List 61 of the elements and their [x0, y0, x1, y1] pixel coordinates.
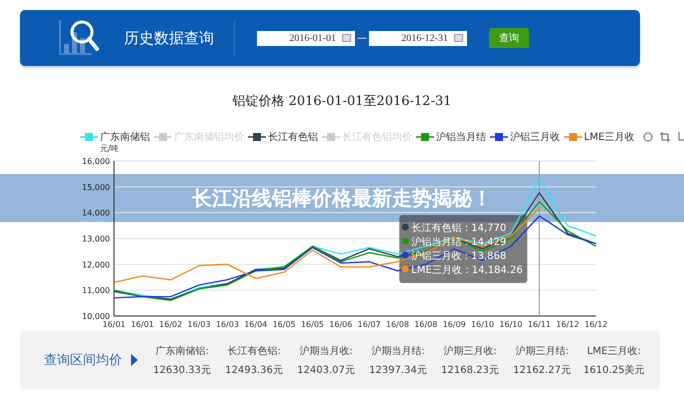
x-tick-label: 16/06	[329, 320, 352, 328]
summary-label: 查询区间均价	[44, 352, 122, 369]
y-tick-label: 16,000	[82, 157, 110, 166]
y-tick-label: 13,000	[82, 234, 110, 244]
x-tick-label: 16/01	[102, 320, 126, 328]
x-tick-label: 16/09	[442, 320, 466, 328]
average-label: 沪期三月收:	[443, 344, 497, 358]
triangle-icon	[131, 354, 138, 366]
average-label: 广东南储铝:	[155, 344, 209, 358]
y-tick-label: 14,000	[82, 208, 110, 218]
legend-item[interactable]: LME三月收	[564, 130, 635, 144]
chart-search-icon	[58, 18, 102, 58]
x-tick-label: 16/03	[216, 320, 239, 328]
end-date-field[interactable]: 2016-12-31	[369, 30, 467, 46]
legend-item[interactable]: 沪铝当月结	[416, 130, 486, 144]
average-value: 12630.33元	[153, 364, 211, 376]
tooltip-entry: 长江有色铝：14,770	[411, 223, 506, 234]
x-tick-label: 16/03	[188, 320, 211, 328]
average-value: 12168.23元	[441, 364, 499, 376]
average-value: 12397.34元	[369, 364, 427, 376]
query-button[interactable]: 查询	[489, 28, 529, 48]
y-tick-label: 11,000	[82, 286, 110, 296]
calendar-icon	[454, 34, 463, 42]
zoom-icon[interactable]	[660, 132, 670, 142]
average-label: 沪期当月收:	[299, 344, 353, 358]
x-tick-label: 16/05	[300, 320, 324, 328]
legend-item[interactable]: 长江有色铝	[248, 130, 318, 144]
legend-item[interactable]: 沪铝三月收	[490, 130, 560, 144]
x-tick-label: 16/08	[386, 320, 410, 328]
average-label: 沪期三月结:	[515, 344, 569, 358]
calendar-icon	[342, 34, 351, 42]
chart-title: 铝锭价格 2016-01-01至2016-12-31	[231, 93, 453, 110]
refresh-icon[interactable]	[642, 132, 653, 142]
x-tick-label: 16/05	[272, 320, 296, 328]
x-tick-label: 16/04	[244, 320, 268, 328]
headline: 长江沿线铝棒价格最新走势揭秘！	[192, 184, 492, 212]
x-tick-label: 16/10	[471, 320, 494, 328]
tooltip-entry: LME三月收：14,184.26	[411, 265, 523, 276]
start-date-field[interactable]: 2016-01-01	[257, 30, 355, 46]
x-tick-label: 16/12	[584, 320, 608, 328]
average-label: LME三月收:	[587, 344, 641, 358]
page-title: 历史数据查询	[124, 28, 214, 48]
average-value: 12162.27元	[513, 364, 571, 376]
average-value: 12403.07元	[297, 364, 355, 376]
average-label: 长江有色铝:	[227, 344, 281, 358]
legend-item[interactable]: 广东南储铝	[80, 130, 150, 144]
x-tick-label: 16/11	[528, 320, 551, 328]
x-tick-label: 16/01	[130, 320, 154, 328]
x-tick-label: 16/08	[414, 320, 438, 328]
average-label: 沪期当月结:	[371, 344, 425, 358]
x-tick-label: 16/12	[556, 320, 580, 328]
average-value: 1610.25美元	[583, 364, 645, 376]
average-value: 12493.36元	[225, 364, 283, 376]
date-separator: —	[357, 32, 367, 44]
x-tick-label: 16/10	[499, 320, 522, 328]
x-tick-label: 16/07	[358, 320, 381, 328]
x-tick-label: 16/02	[159, 320, 182, 328]
y-axis-unit: 元/吨	[100, 144, 120, 153]
y-tick-label: 12,000	[82, 260, 110, 270]
y-tick-label: 10,000	[82, 312, 110, 321]
y-tick-label: 15,000	[82, 182, 110, 192]
